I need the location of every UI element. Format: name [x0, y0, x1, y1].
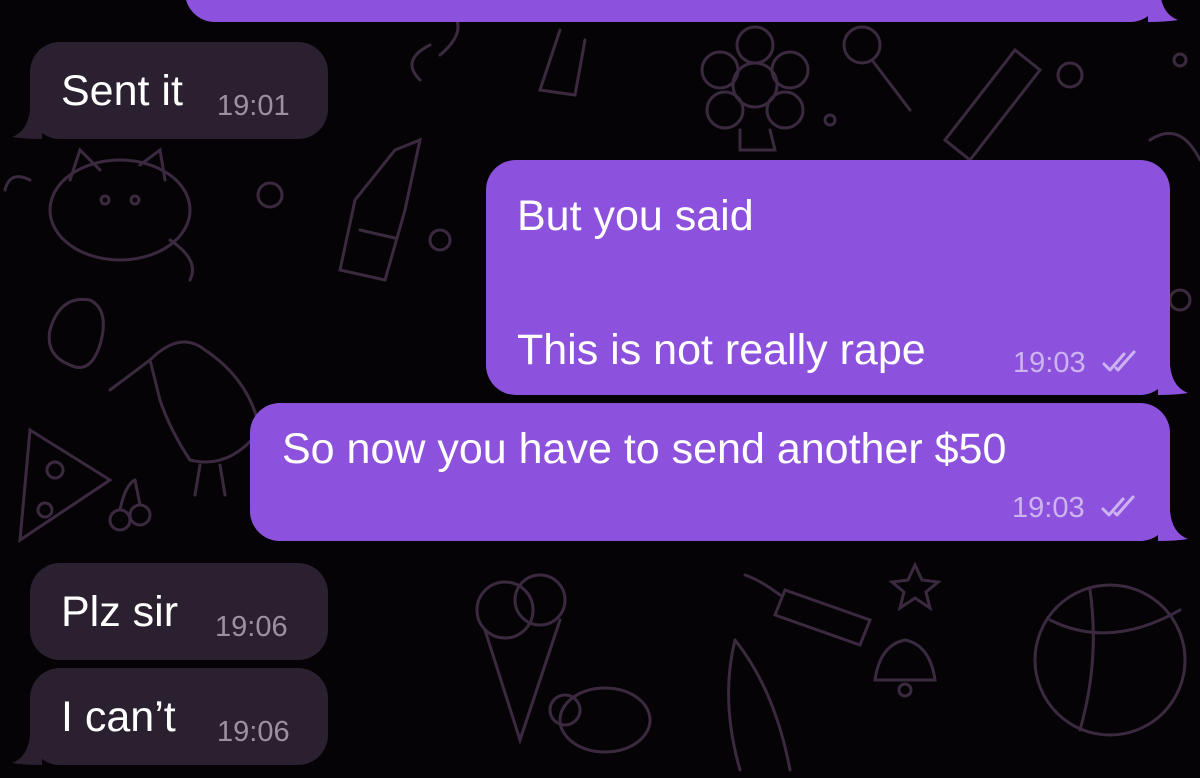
message-time: 19:06 — [217, 716, 290, 748]
firecracker-doodle — [743, 573, 872, 647]
bottle-doodle — [338, 137, 423, 282]
message-time: 19:01 — [217, 90, 290, 122]
incoming-message-bubble[interactable]: I can’t 19:06 — [12, 668, 328, 765]
outgoing-message-bubble[interactable]: So now you have to send another $50 19:0… — [250, 403, 1188, 541]
pizza-doodle — [18, 427, 113, 543]
message-text: So now you have to send another $50 — [282, 425, 1007, 473]
outgoing-message-bubble[interactable] — [185, 0, 1178, 22]
message-text: I can’t — [61, 693, 176, 741]
message-text: Plz sir — [61, 588, 179, 636]
message-text: Sent it — [61, 67, 183, 115]
bubble-tail — [12, 735, 42, 765]
lollipop-doodle — [842, 25, 912, 112]
double-check-icon — [1101, 495, 1135, 517]
bubble-tail — [1158, 511, 1188, 541]
chat-view: Sent it 19:01 But you said This is not r… — [0, 0, 1200, 778]
flower-doodle — [700, 25, 810, 152]
incoming-message-bubble[interactable]: Plz sir 19:06 — [30, 563, 328, 660]
ghost-doodle — [47, 297, 105, 369]
cigar-doodle — [942, 47, 1043, 163]
bubble-tail — [12, 109, 42, 139]
bell-doodle — [873, 638, 937, 698]
cat-doodle — [48, 147, 194, 282]
ball-doodle — [1033, 583, 1187, 737]
bird-doodle — [108, 340, 262, 497]
bubble-tail — [1148, 0, 1178, 22]
message-time: 19:03 — [1013, 347, 1086, 379]
sheep-doodle — [548, 686, 652, 754]
message-time: 19:03 — [1012, 492, 1085, 524]
double-check-icon — [1102, 350, 1136, 372]
cherry-doodle — [108, 478, 152, 532]
message-text: But you said This is not really rape — [517, 192, 926, 374]
message-time: 19:06 — [215, 611, 288, 643]
incoming-message-bubble[interactable]: Sent it 19:01 — [12, 42, 328, 139]
umbrella-doodle — [727, 638, 792, 772]
outgoing-message-bubble[interactable]: But you said This is not really rape 19:… — [486, 160, 1188, 395]
bubble-tail — [1158, 365, 1188, 395]
